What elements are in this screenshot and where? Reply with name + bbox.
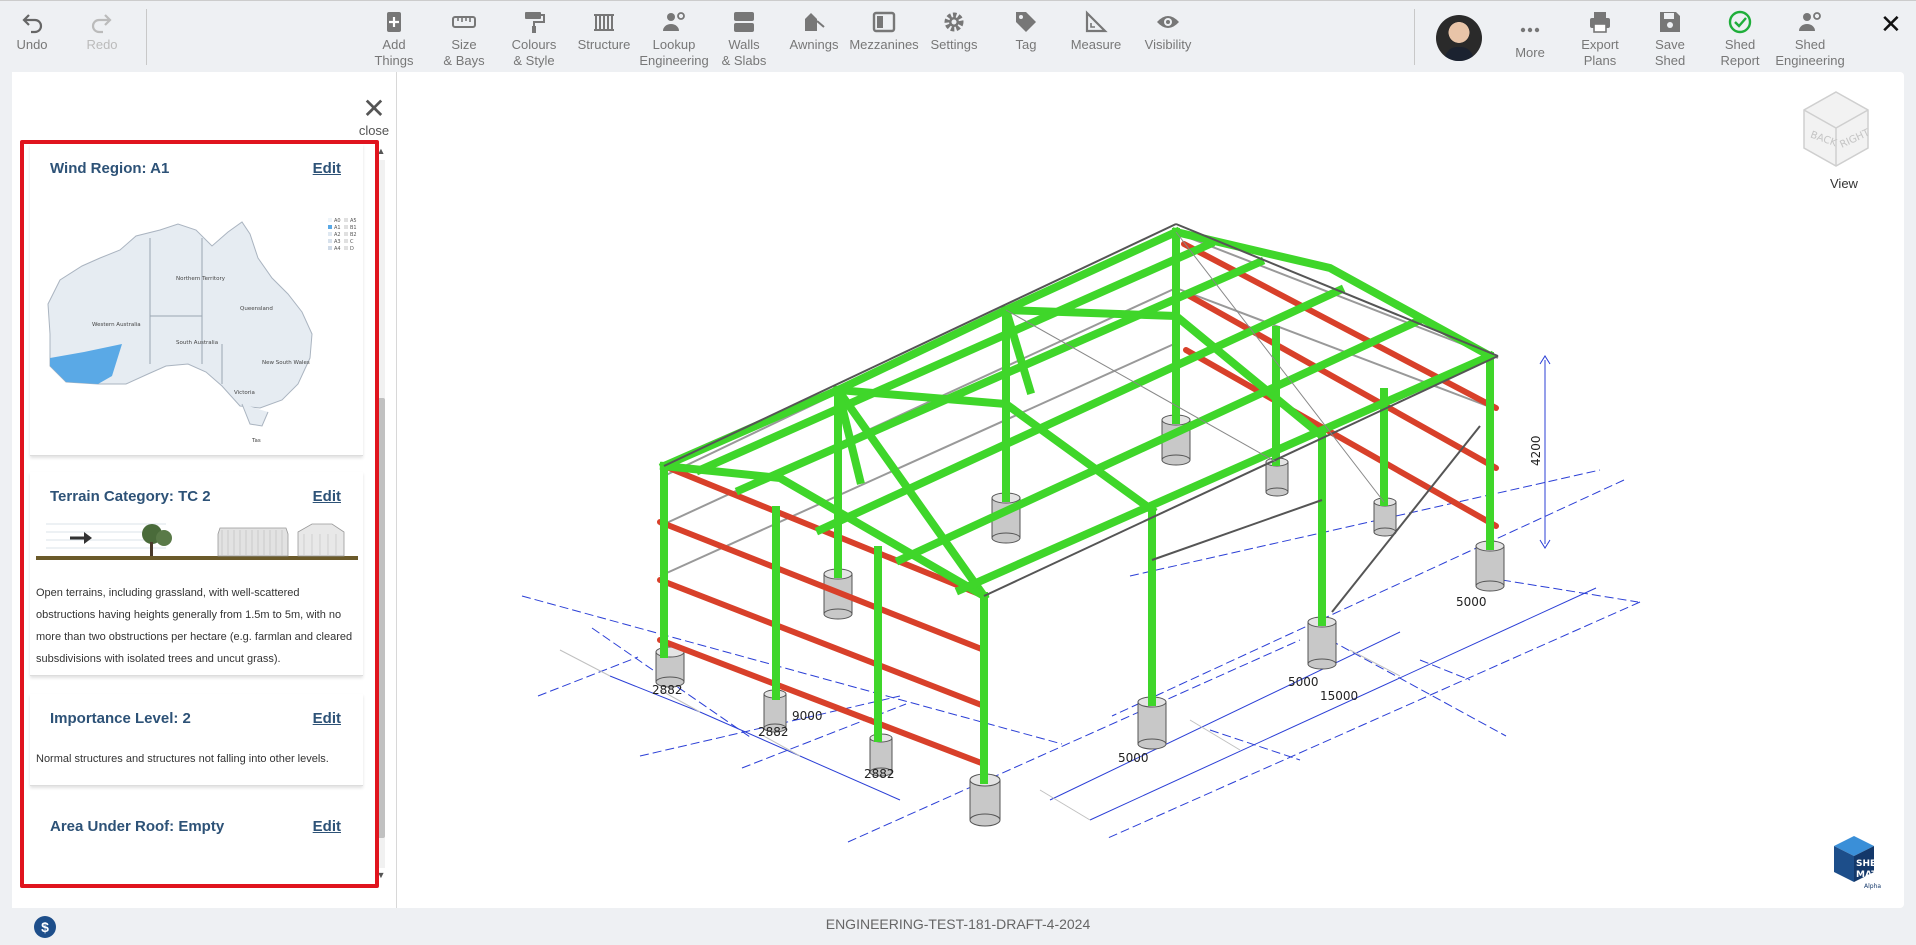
- toolbar-divider: [146, 9, 147, 65]
- mezzanine-icon: [872, 11, 896, 33]
- avatar[interactable]: [1436, 15, 1482, 61]
- dim-label-height: 4200: [1529, 435, 1543, 466]
- redo-button[interactable]: Redo: [70, 9, 134, 53]
- shed-engineering-label: Shed Engineering: [1775, 37, 1845, 68]
- settings-label: Settings: [930, 37, 978, 52]
- dim-label: 2882: [864, 767, 895, 781]
- shed-report-label: Shed Report: [1720, 37, 1760, 68]
- green-frame: [658, 226, 1496, 784]
- walls-slabs-button[interactable]: Walls & Slabs: [712, 9, 776, 69]
- size-bays-button[interactable]: Size & Bays: [432, 9, 496, 69]
- more-button[interactable]: More: [1498, 9, 1562, 61]
- project-title: ENGINEERING-TEST-181-DRAFT-4-2024: [825, 916, 1091, 932]
- tag-icon: [1016, 12, 1036, 32]
- dim-label: 5000: [1456, 595, 1487, 609]
- engineering-panel: ✕ close Wind Region: A1 Edit Northern Te…: [12, 72, 397, 908]
- toolbar: Undo Redo Add Things Size & Bays Colours…: [0, 0, 1916, 72]
- check-circle-icon: [1728, 10, 1752, 34]
- structure-button[interactable]: Structure: [572, 9, 636, 53]
- structure-label: Structure: [577, 37, 631, 52]
- close-icon: ✕: [362, 93, 386, 124]
- add-things-button[interactable]: Add Things: [362, 9, 426, 69]
- paint-roller-icon: [525, 12, 545, 33]
- panel-close-button[interactable]: ✕ close: [354, 93, 394, 140]
- undo-button[interactable]: Undo: [0, 9, 64, 53]
- logo-text-mate: MATE: [1856, 870, 1882, 880]
- shed-report-button[interactable]: Shed Report: [1708, 9, 1772, 69]
- dim-label: 5000: [1118, 751, 1149, 765]
- dim-label: 2882: [652, 683, 683, 697]
- structure-icon: [594, 14, 614, 31]
- logo-text-alpha: Alpha: [1864, 883, 1881, 890]
- save-shed-button[interactable]: Save Shed: [1638, 9, 1702, 69]
- logo-text-shed: SHED: [1856, 859, 1882, 869]
- eye-icon: [1157, 16, 1179, 28]
- save-shed-label: Save Shed: [1654, 37, 1686, 68]
- visibility-label: Visibility: [1144, 37, 1192, 52]
- dimension-labels: 4200 5000 5000 15000 5000 2882 2882 9000…: [652, 435, 1543, 781]
- visibility-button[interactable]: Visibility: [1136, 9, 1200, 53]
- highlight-box: [20, 140, 379, 888]
- view-label[interactable]: View: [1830, 176, 1858, 191]
- undo-icon: [22, 14, 43, 34]
- shed-engineering-button[interactable]: Shed Engineering: [1775, 9, 1845, 69]
- export-plans-label: Export Plans: [1581, 37, 1619, 68]
- settings-button[interactable]: Settings: [922, 9, 986, 53]
- lookup-engineering-label: Lookup Engineering: [639, 37, 709, 68]
- main-area: ✕ close Wind Region: A1 Edit Northern Te…: [12, 72, 1904, 908]
- red-purlins: [657, 241, 1499, 767]
- printer-icon: [1590, 12, 1610, 33]
- mezzanines-button[interactable]: Mezzanines: [849, 9, 919, 53]
- engineer-icon: [663, 12, 685, 31]
- more-label: More: [1515, 45, 1545, 60]
- dim-label: 9000: [792, 709, 823, 723]
- tag-label: Tag: [1015, 37, 1037, 52]
- awnings-button[interactable]: Awnings: [782, 9, 846, 53]
- dim-label: 2882: [758, 725, 789, 739]
- shed-mate-logo: SHED MATE Alpha: [1834, 836, 1882, 890]
- shed-frame-3d[interactable]: 4200 5000 5000 15000 5000 2882 2882 9000…: [398, 72, 1904, 908]
- lookup-engineering-button[interactable]: Lookup Engineering: [639, 9, 709, 69]
- more-icon: [1520, 27, 1540, 33]
- view-cube[interactable]: BACK RIGHT: [1800, 90, 1872, 170]
- ruler-icon: [452, 16, 476, 28]
- add-things-icon: [387, 12, 401, 32]
- redo-label: Redo: [86, 37, 118, 52]
- eave-lines: [663, 223, 1499, 613]
- grid-lines: [521, 469, 1641, 843]
- redo-icon: [91, 14, 112, 34]
- tag-button[interactable]: Tag: [994, 9, 1058, 53]
- dim-label: 5000: [1288, 675, 1319, 689]
- walls-slabs-label: Walls & Slabs: [721, 37, 767, 68]
- awnings-label: Awnings: [789, 37, 839, 52]
- 3d-viewport[interactable]: 4200 5000 5000 15000 5000 2882 2882 9000…: [398, 72, 1904, 908]
- panel-close-label: close: [358, 123, 390, 138]
- gear-icon: [944, 12, 964, 32]
- colours-style-button[interactable]: Colours & Style: [502, 9, 566, 69]
- measure-button[interactable]: Measure: [1064, 9, 1128, 53]
- measure-icon: [1085, 10, 1108, 33]
- measure-label: Measure: [1070, 37, 1122, 52]
- close-icon[interactable]: ✕: [1880, 11, 1902, 37]
- colours-style-label: Colours & Style: [511, 37, 557, 68]
- mezzanines-label: Mezzanines: [849, 37, 919, 52]
- toolbar-divider: [1414, 9, 1415, 65]
- add-things-label: Add Things: [374, 37, 414, 68]
- undo-label: Undo: [16, 37, 48, 52]
- export-plans-button[interactable]: Export Plans: [1568, 9, 1632, 69]
- save-icon: [1660, 12, 1680, 32]
- awning-icon: [805, 13, 825, 31]
- dim-label: 15000: [1320, 689, 1358, 703]
- walls-icon: [734, 12, 754, 32]
- engineer-icon: [1799, 12, 1821, 31]
- size-bays-label: Size & Bays: [443, 37, 485, 68]
